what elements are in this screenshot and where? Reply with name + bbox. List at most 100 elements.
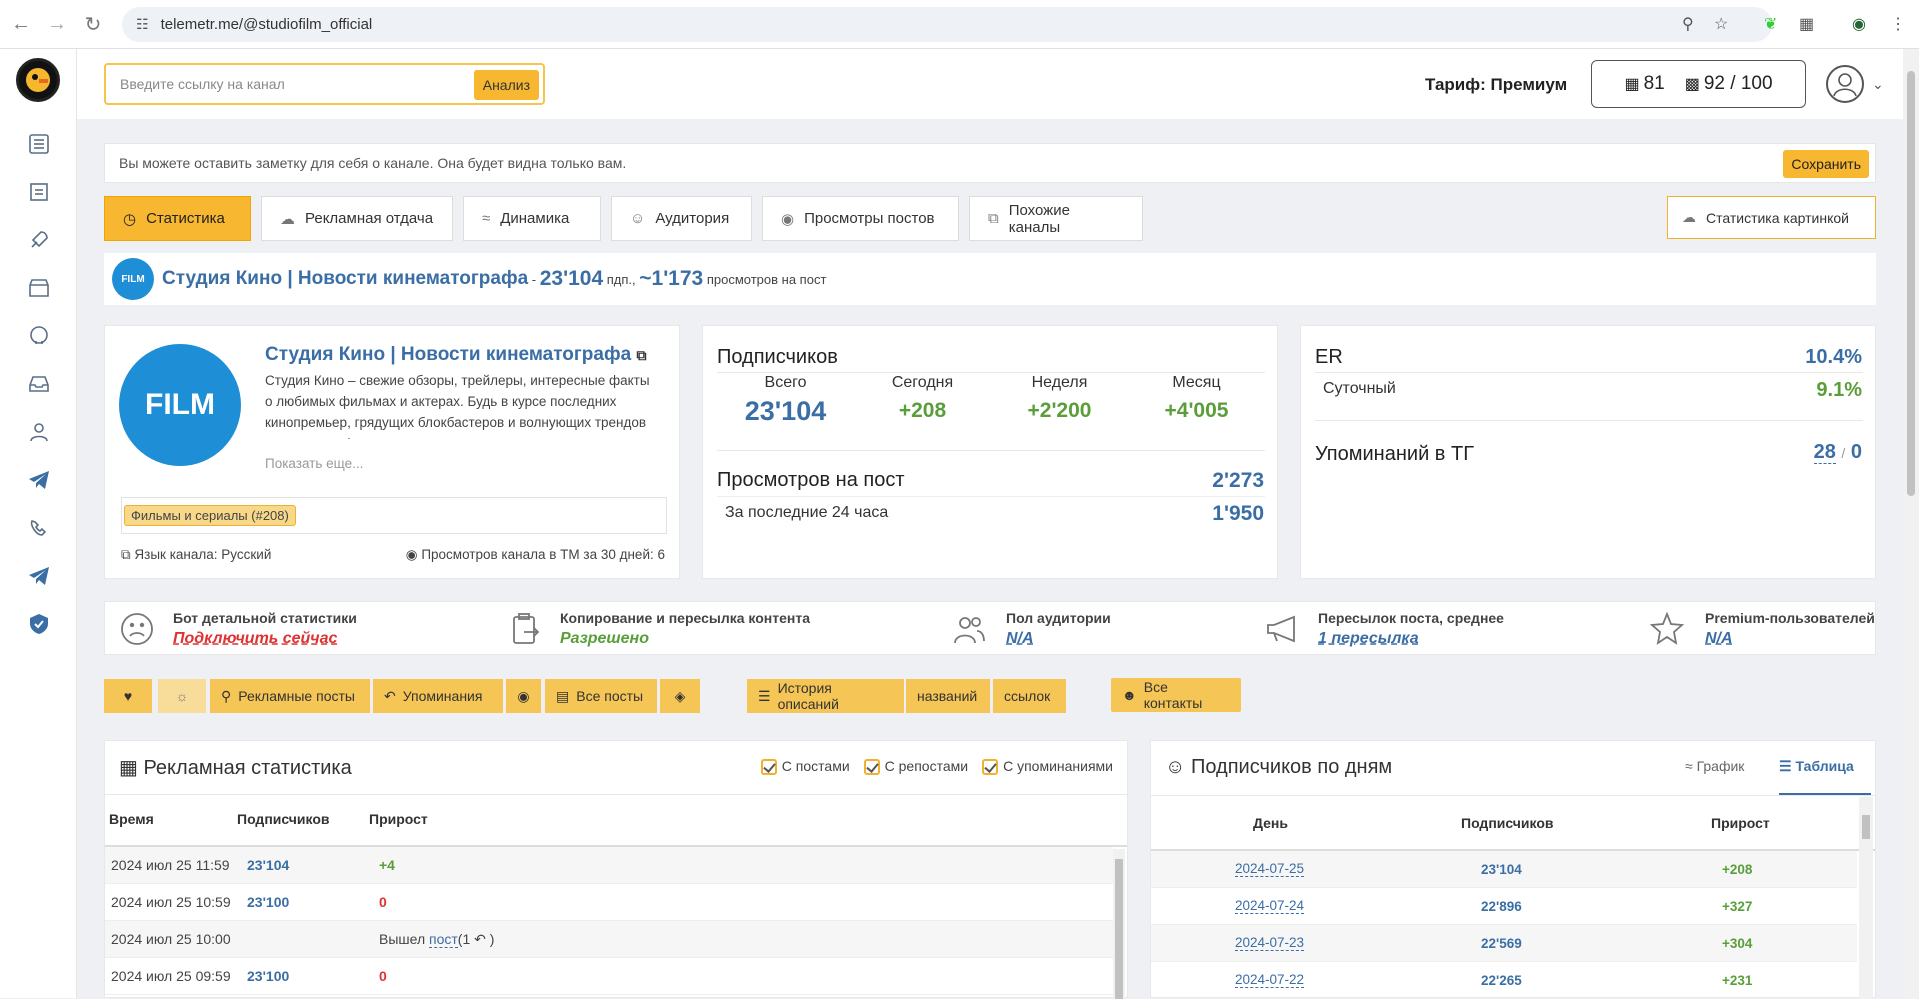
ad-posts-button[interactable]: ⚲ Рекламные посты [210, 679, 370, 713]
sidebar-support-icon[interactable] [24, 513, 54, 543]
zoom-icon[interactable]: ⚲ [1682, 14, 1694, 34]
back-icon[interactable]: ← [6, 9, 36, 39]
tm-views: Просмотров канала в ТМ за 30 дней: 6 [421, 547, 665, 562]
ad-table-scrollbar[interactable] [1113, 849, 1125, 999]
address-bar[interactable]: ☷ telemetr.me/@studiofilm_official [122, 7, 1772, 42]
tab-dynamics[interactable]: ≈ Динамика [463, 196, 601, 241]
copy-icon[interactable]: ⧉ [636, 347, 646, 363]
menu-dots-icon[interactable]: ⋮ [1890, 14, 1906, 34]
days-counter: 81 [1643, 73, 1665, 94]
filter-with-reposts[interactable]: С репостами [863, 758, 968, 776]
browser-toolbar: ← → ↻ ☷ telemetr.me/@studiofilm_official… [0, 0, 1919, 49]
user-avatar-icon[interactable] [1826, 65, 1864, 103]
site-settings-icon[interactable]: ☷ [136, 16, 149, 33]
checkbox-icon [863, 759, 880, 776]
favorite-button[interactable]: ♥ [104, 679, 152, 713]
channel-info-card: FILM Студия Кино | Новости кинематографа… [104, 325, 680, 579]
sidebar-list-icon[interactable] [24, 129, 54, 159]
channel-search-field[interactable]: Введите ссылку на канал Анализ [104, 63, 545, 105]
tab-table[interactable]: ☰ Таблица [1779, 746, 1871, 795]
tab-audience[interactable]: ☺ Аудитория [611, 196, 752, 241]
daily-table-scrollbar[interactable] [1859, 797, 1873, 999]
tab-ad-return[interactable]: ☁ Рекламная отдача [261, 196, 453, 241]
col-growth: Прирост [369, 811, 428, 827]
filter-with-mentions[interactable]: С упоминаниями [982, 758, 1113, 776]
show-more-link[interactable]: Показать еще... [265, 456, 363, 471]
mentions-view-button[interactable]: ◉ [506, 679, 541, 713]
daily-title: Подписчиков по дням [1190, 756, 1393, 778]
reload-icon[interactable]: ↻ [78, 9, 108, 39]
table-row: 2024-07-23 22'569 +304 [1151, 925, 1857, 962]
sad-face-icon [119, 611, 155, 652]
reply-icon: ↶ [474, 930, 486, 947]
channel-bar-title[interactable]: Студия Кино | Новости кинематографа [162, 268, 528, 290]
ad-stats-title: Рекламная статистика [143, 757, 352, 779]
subs-month: Месяц +4'005 [1164, 374, 1229, 422]
mentions-button[interactable]: ↶ Упоминания [373, 679, 503, 713]
reply-icon: ↶ [384, 687, 396, 704]
sidebar-brain-icon[interactable] [24, 321, 54, 351]
line-chart-icon: ≈ [482, 210, 491, 227]
line-chart-icon: ≈ [1685, 758, 1693, 774]
tab-chart[interactable]: ≈ График [1685, 758, 1744, 774]
person-icon: ☺ [630, 210, 646, 227]
names-history-button[interactable]: названий [906, 679, 990, 713]
page-scrollbar[interactable] [1903, 49, 1919, 998]
sun-icon: ☼ [175, 688, 189, 704]
url-text: telemetr.me/@studiofilm_official [160, 16, 373, 33]
filter-with-posts[interactable]: С постами [760, 758, 850, 776]
description-history-button[interactable]: ☰ История описаний [747, 679, 904, 713]
channel-summary-bar: FILM Студия Кино | Новости кинематографа… [104, 253, 1876, 305]
channel-bar-views: ~1'173 [639, 267, 704, 290]
post-link[interactable]: пост [429, 930, 458, 948]
er-label: ER [1315, 346, 1343, 368]
tab-statistics[interactable]: ◷ Статистика [104, 196, 251, 241]
category-badge[interactable]: Фильмы и сериалы (#208) [124, 505, 296, 526]
tab-post-views[interactable]: ◉ Просмотры постов [762, 196, 959, 241]
last24-label: За последние 24 часа [725, 504, 889, 521]
sidebar-shield-icon[interactable] [24, 609, 54, 639]
scrollbar-thumb[interactable] [1907, 71, 1915, 496]
sidebar-rocket-icon[interactable] [24, 225, 54, 255]
all-contacts-button[interactable]: ☻ Все контакты [1111, 678, 1241, 712]
extensions-puzzle-icon[interactable]: ▦ [1799, 14, 1814, 34]
extension-leaf-icon[interactable]: ❦ [1764, 14, 1777, 34]
sidebar-telegram-icon[interactable] [24, 465, 54, 495]
table-row: 2024 июл 25 10:59 23'100 0 [105, 884, 1113, 921]
checkbox-icon [760, 759, 777, 776]
channel-note[interactable]: Вы можете оставить заметку для себя о ка… [104, 143, 1876, 183]
search-input[interactable]: Введите ссылку на канал [120, 76, 285, 92]
ignore-button[interactable]: ☼ [158, 679, 206, 713]
sidebar-inbox-icon[interactable] [24, 369, 54, 399]
save-note-button[interactable]: Сохранить [1783, 150, 1869, 178]
sidebar-telegram2-icon[interactable] [24, 561, 54, 591]
bookmark-star-icon[interactable]: ☆ [1714, 14, 1728, 34]
channel-name[interactable]: Студия Кино | Новости кинематографа [265, 344, 631, 365]
sidebar-catalog-icon[interactable] [24, 177, 54, 207]
all-posts-button[interactable]: ▤ Все посты [545, 679, 657, 713]
image-stats-button[interactable]: ☁ Статистика картинкой [1667, 196, 1876, 239]
mentions-count[interactable]: 28 [1813, 441, 1836, 464]
profile-bug-icon[interactable]: ◉ [1852, 14, 1866, 34]
telemetr-logo[interactable] [16, 58, 60, 102]
layers-icon: ◈ [674, 687, 686, 704]
forward-icon[interactable]: → [42, 9, 72, 39]
usage-counters[interactable]: ▦ 81 ▩ 92 / 100 [1591, 60, 1806, 108]
connect-bot-link[interactable]: Подключить сейчас [173, 630, 357, 648]
sidebar-user-icon[interactable] [24, 417, 54, 447]
chevron-down-icon[interactable]: ⌄ [1872, 76, 1884, 93]
analyze-button[interactable]: Анализ [473, 70, 539, 100]
eye-icon: ◉ [781, 210, 795, 228]
views-per-post-value: 2'273 [1212, 469, 1264, 492]
sidebar-store-icon[interactable] [24, 273, 54, 303]
links-history-button[interactable]: ссылок [993, 679, 1066, 713]
layers-button[interactable]: ◈ [660, 679, 700, 713]
duck-logo-icon [26, 68, 50, 92]
mentions-label: Упоминаний в ТГ [1315, 443, 1475, 465]
tab-similar-channels[interactable]: ⧉ Похожие каналы [969, 196, 1143, 241]
bar-chart-icon: ▩ [1684, 76, 1700, 93]
info-audience-gender: Пол аудитории N/A [1006, 610, 1111, 647]
cloud-icon: ☁ [280, 210, 295, 228]
calendar-clock-icon: ▦ [119, 757, 138, 779]
daily-subscribers-panel: ☺ Подписчиков по дням ≈ График ☰ Таблица… [1150, 740, 1876, 999]
